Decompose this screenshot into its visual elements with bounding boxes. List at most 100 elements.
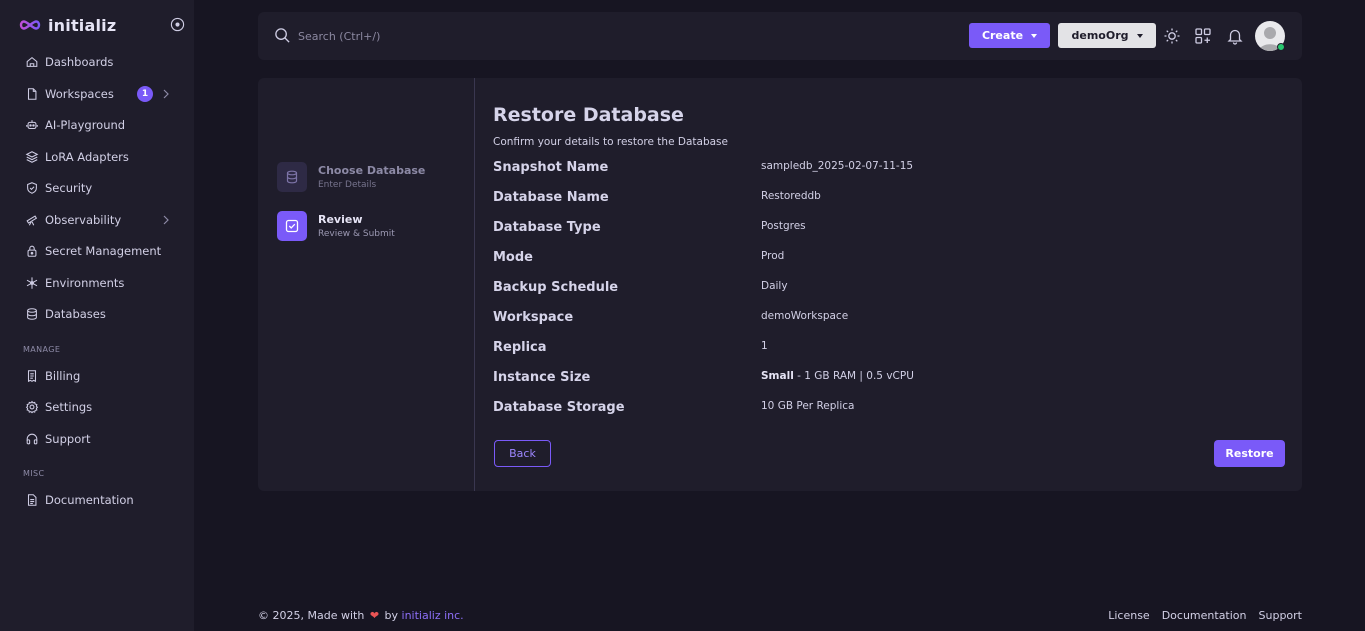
workspaces-count-badge: 1 — [137, 86, 153, 102]
step-subtitle: Enter Details — [318, 180, 377, 190]
sidebar-item-label: Workspaces — [45, 87, 114, 101]
sidebar-item-observability[interactable]: Observability — [16, 205, 182, 235]
stepper: Choose Database Enter Details Review Rev… — [258, 78, 475, 491]
sidebar-item-ai-playground[interactable]: AI-Playground — [16, 110, 182, 140]
caret-down-icon — [1031, 33, 1038, 38]
checkbox-checked-icon — [285, 219, 299, 233]
sidebar: initializ Dashboards Workspaces 1 AI-Pla… — [0, 0, 194, 631]
footer-prefix: © 2025, Made with — [258, 609, 365, 622]
lock-icon — [24, 244, 39, 259]
database-storage-label: Database Storage — [493, 400, 625, 415]
step-text: Review Review & Submit — [318, 213, 395, 239]
sidebar-item-settings[interactable]: Settings — [16, 392, 182, 422]
sidebar-item-label: Support — [45, 432, 91, 446]
online-status-dot — [1277, 43, 1285, 51]
sidebar-item-lora-adapters[interactable]: LoRA Adapters — [16, 142, 182, 172]
restore-database-card: Choose Database Enter Details Review Rev… — [258, 78, 1302, 491]
infinity-logo-icon — [19, 20, 41, 30]
search-input[interactable] — [298, 26, 598, 46]
sidebar-item-label: LoRA Adapters — [45, 150, 129, 164]
footer-copyright: © 2025, Made with ❤ by initializ inc. — [258, 609, 464, 622]
bell-icon[interactable] — [1226, 27, 1244, 45]
database-name-label: Database Name — [493, 190, 609, 205]
layers-icon — [24, 150, 39, 165]
receipt-icon — [24, 369, 39, 384]
sidebar-item-environments[interactable]: Environments — [16, 268, 182, 298]
step-choose-database[interactable]: Choose Database Enter Details — [277, 161, 467, 193]
org-selector-button[interactable]: demoOrg — [1058, 23, 1156, 48]
database-type-value: Postgres — [761, 220, 806, 232]
section-label-manage: MANAGE — [23, 345, 61, 354]
sidebar-item-label: Billing — [45, 369, 81, 383]
page-subtitle: Confirm your details to restore the Data… — [493, 136, 728, 148]
gear-icon — [24, 400, 39, 415]
instance-size-label: Instance Size — [493, 370, 591, 385]
sidebar-item-billing[interactable]: Billing — [16, 361, 182, 391]
workspace-value: demoWorkspace — [761, 310, 849, 322]
sidebar-item-security[interactable]: Security — [16, 173, 182, 203]
caret-down-icon — [1136, 33, 1143, 38]
org-selector-label: demoOrg — [1071, 29, 1129, 42]
file-icon — [24, 87, 39, 102]
database-type-label: Database Type — [493, 220, 601, 235]
brand-name: initializ — [48, 15, 117, 35]
home-icon — [24, 55, 39, 70]
instance-size-spec: - 1 GB RAM | 0.5 vCPU — [793, 370, 914, 382]
step-title: Review — [318, 213, 363, 226]
back-button[interactable]: Back — [494, 440, 551, 467]
page-title: Restore Database — [493, 104, 684, 126]
shield-icon — [24, 181, 39, 196]
sidebar-item-label: Dashboards — [45, 55, 114, 69]
section-label-misc: MISC — [23, 469, 45, 478]
database-storage-value: 10 GB Per Replica — [761, 400, 855, 412]
footer-link-license[interactable]: License — [1108, 609, 1149, 622]
sidebar-item-workspaces[interactable]: Workspaces 1 — [16, 79, 182, 109]
sidebar-item-support[interactable]: Support — [16, 424, 182, 454]
company-link[interactable]: initializ inc. — [402, 609, 464, 622]
step-title: Choose Database — [318, 164, 426, 177]
sidebar-item-label: AI-Playground — [45, 118, 126, 132]
sidebar-item-label: Security — [45, 181, 93, 195]
apps-grid-add-icon[interactable] — [1194, 27, 1212, 45]
footer-link-documentation[interactable]: Documentation — [1162, 609, 1247, 622]
replica-label: Replica — [493, 340, 547, 355]
mode-value: Prod — [761, 250, 785, 262]
footer-link-support[interactable]: Support — [1259, 609, 1302, 622]
database-icon — [24, 307, 39, 322]
footer-by: by — [384, 609, 399, 622]
telescope-icon — [24, 213, 39, 228]
database-name-value: Restoreddb — [761, 190, 821, 202]
heart-icon: ❤ — [369, 609, 380, 622]
search-icon — [275, 28, 290, 43]
sun-icon[interactable] — [1163, 27, 1181, 45]
sidebar-item-label: Secret Management — [45, 244, 162, 258]
brand[interactable]: initializ — [18, 14, 116, 36]
snowflake-icon — [24, 276, 39, 291]
backup-schedule-value: Daily — [761, 280, 788, 292]
step-icon-box — [277, 211, 307, 241]
mode-label: Mode — [493, 250, 533, 265]
document-icon — [24, 493, 39, 508]
sidebar-item-label: Databases — [45, 307, 106, 321]
chevron-right-icon — [163, 215, 169, 225]
instance-size-value: Small - 1 GB RAM | 0.5 vCPU — [761, 370, 914, 382]
instance-size-tier: Small — [761, 370, 794, 382]
sidebar-item-secret-management[interactable]: Secret Management — [16, 236, 182, 266]
sidebar-item-dashboards[interactable]: Dashboards — [16, 47, 182, 77]
snapshot-name-label: Snapshot Name — [493, 160, 609, 175]
sidebar-item-label: Environments — [45, 276, 125, 290]
backup-schedule-label: Backup Schedule — [493, 280, 619, 295]
create-button[interactable]: Create — [969, 23, 1050, 48]
restore-button[interactable]: Restore — [1214, 440, 1285, 467]
create-button-label: Create — [981, 29, 1024, 42]
step-text: Choose Database Enter Details — [318, 164, 425, 190]
sidebar-item-label: Documentation — [45, 493, 134, 507]
step-review[interactable]: Review Review & Submit — [277, 210, 467, 242]
robot-icon — [24, 118, 39, 133]
step-subtitle: Review & Submit — [318, 229, 395, 239]
collapse-sidebar-icon[interactable] — [170, 17, 185, 32]
sidebar-item-documentation[interactable]: Documentation — [16, 485, 182, 515]
database-icon — [286, 170, 298, 184]
headphones-icon — [24, 432, 39, 447]
sidebar-item-databases[interactable]: Databases — [16, 299, 182, 329]
